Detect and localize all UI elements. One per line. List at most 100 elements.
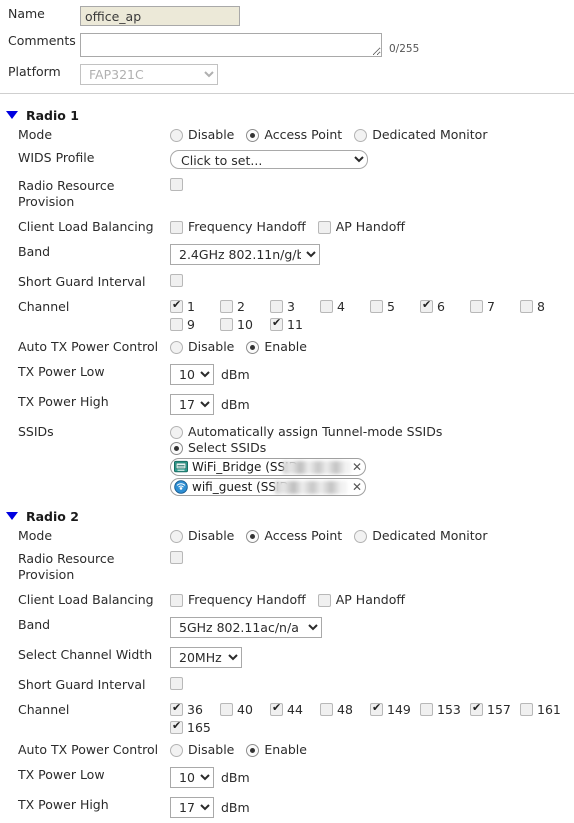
radio1-txhigh-select[interactable]: 17 (170, 394, 214, 415)
radio1-channel-1[interactable]: 1 (170, 298, 220, 314)
radio1-sgi-checkbox[interactable] (170, 274, 183, 287)
checkbox-unchecked-icon[interactable] (370, 300, 383, 313)
comments-textarea[interactable] (80, 33, 382, 57)
radio2-txhigh-select[interactable]: 17 (170, 797, 214, 818)
radio-unselected-icon[interactable] (170, 340, 183, 354)
platform-select[interactable]: FAP321C (80, 64, 218, 85)
radio1-mode-dedicated-monitor[interactable]: Dedicated Monitor (354, 127, 487, 143)
radio2-mode-access-point[interactable]: Access Point (246, 528, 342, 544)
radio2-channel-40[interactable]: 40 (220, 702, 270, 717)
radio1-mode-access-point[interactable]: Access Point (246, 127, 342, 143)
remove-ssid-icon[interactable]: ✕ (352, 480, 362, 495)
checkbox-unchecked-icon[interactable] (420, 703, 433, 716)
radio1-channel-8[interactable]: 8 (520, 299, 570, 314)
radio-selected-icon[interactable] (246, 340, 260, 354)
radio1-channel-3[interactable]: 3 (270, 299, 320, 314)
radio-unselected-icon[interactable] (170, 529, 183, 543)
checkbox-checked-icon[interactable] (170, 719, 183, 734)
radio1-frequency-handoff[interactable]: Frequency Handoff (170, 219, 306, 235)
radio-unselected-icon[interactable] (354, 128, 368, 142)
radio1-atpc-disable[interactable]: Disable (170, 339, 234, 355)
radio1-channel-2[interactable]: 2 (220, 299, 270, 314)
radio-unselected-icon[interactable] (354, 529, 368, 543)
checkbox-checked-icon[interactable] (420, 298, 433, 313)
radio1-wids-select[interactable]: Click to set... (170, 150, 368, 169)
checkbox-unchecked-icon[interactable] (170, 593, 183, 607)
radio2-mode-dedicated-monitor[interactable]: Dedicated Monitor (354, 528, 487, 544)
radio-selected-icon[interactable] (246, 529, 260, 543)
radio1-channel-11[interactable]: 11 (270, 316, 320, 332)
radio1-atpc-enable[interactable]: Enable (246, 339, 307, 355)
checkbox-unchecked-icon[interactable] (170, 318, 183, 331)
radio1-channel-5[interactable]: 5 (370, 299, 420, 314)
radio2-channel-width-select[interactable]: 20MHz (170, 647, 242, 668)
radio1-ssid-item[interactable]: WiFi_Bridge (SSID: ✕ (170, 458, 366, 476)
radio1-channel-6-label: 6 (437, 299, 445, 314)
radio1-channel-7[interactable]: 7 (470, 299, 520, 314)
checkbox-unchecked-icon[interactable] (220, 703, 233, 716)
checkbox-unchecked-icon[interactable] (470, 300, 483, 313)
radio1-channel-10[interactable]: 10 (220, 317, 270, 332)
checkbox-checked-icon[interactable] (270, 701, 283, 716)
radio2-channel-48[interactable]: 48 (320, 702, 370, 717)
checkbox-unchecked-icon[interactable] (320, 300, 333, 313)
radio1-ap-handoff[interactable]: AP Handoff (317, 219, 405, 235)
checkbox-checked-icon[interactable] (170, 701, 183, 716)
checkbox-unchecked-icon[interactable] (317, 220, 331, 234)
radio1-ssid-select[interactable]: Select SSIDs (170, 440, 562, 456)
radio2-atpc-disable[interactable]: Disable (170, 742, 234, 758)
radio1-channel-9[interactable]: 9 (170, 317, 220, 332)
radio2-mode-dedicated-monitor-label: Dedicated Monitor (372, 528, 488, 543)
checkbox-checked-icon[interactable] (170, 298, 183, 313)
radio1-mode-disable[interactable]: Disable (170, 127, 234, 143)
radio2-channel-36[interactable]: 36 (170, 701, 220, 717)
radio2-txlow-select[interactable]: 10 (170, 767, 214, 788)
radio-selected-icon[interactable] (246, 743, 260, 757)
radio1-channel-4[interactable]: 4 (320, 299, 370, 314)
checkbox-unchecked-icon[interactable] (170, 220, 183, 234)
checkbox-unchecked-icon[interactable] (220, 318, 233, 331)
checkbox-unchecked-icon[interactable] (270, 300, 283, 313)
remove-ssid-icon[interactable]: ✕ (352, 460, 362, 475)
checkbox-checked-icon[interactable] (270, 316, 283, 331)
radio2-channel-44[interactable]: 44 (270, 701, 320, 717)
checkbox-unchecked-icon[interactable] (320, 703, 333, 716)
checkbox-unchecked-icon[interactable] (317, 593, 331, 607)
chevron-down-icon[interactable] (6, 511, 18, 520)
radio2-channel-165-label: 165 (187, 720, 211, 735)
radio2-atpc-enable[interactable]: Enable (246, 742, 307, 758)
checkbox-unchecked-icon[interactable] (520, 703, 533, 716)
radio-selected-icon[interactable] (170, 441, 183, 455)
radio1-ssid-auto[interactable]: Automatically assign Tunnel-mode SSIDs (170, 424, 562, 440)
radio1-channel-6[interactable]: 6 (420, 298, 470, 314)
radio1-title: Radio 1 (26, 108, 79, 123)
checkbox-unchecked-icon[interactable] (520, 300, 533, 313)
radio1-band-select[interactable]: 2.4GHz 802.11n/g/b (170, 244, 320, 265)
radio2-frequency-handoff[interactable]: Frequency Handoff (170, 592, 306, 608)
radio1-txlow-select[interactable]: 10 (170, 364, 214, 385)
radio1-rrp-checkbox[interactable] (170, 178, 183, 191)
checkbox-checked-icon[interactable] (370, 701, 383, 716)
radio2-channel-165[interactable]: 165 (170, 719, 220, 735)
radio2-band-select[interactable]: 5GHz 802.11ac/n/a (170, 617, 322, 638)
radio1-ssid-item[interactable]: wifi_guest (SSID: ✕ (170, 478, 366, 496)
radio2-sgi-checkbox[interactable] (170, 677, 183, 690)
radio2-ap-handoff[interactable]: AP Handoff (317, 592, 405, 608)
radio2-channel-149[interactable]: 149 (370, 701, 420, 717)
radio-unselected-icon[interactable] (170, 128, 183, 142)
radio2-channel-157[interactable]: 157 (470, 701, 520, 717)
radio-unselected-icon[interactable] (170, 425, 183, 439)
radio2-rrp-checkbox[interactable] (170, 551, 183, 564)
radio-unselected-icon[interactable] (170, 743, 183, 757)
checkbox-unchecked-icon[interactable] (220, 300, 233, 313)
chevron-down-icon[interactable] (6, 110, 18, 119)
radio2-section-header[interactable]: Radio 2 (0, 509, 574, 524)
name-input[interactable] (80, 6, 240, 26)
radio2-mode-disable[interactable]: Disable (170, 528, 234, 544)
radio-selected-icon[interactable] (246, 128, 260, 142)
checkbox-checked-icon[interactable] (470, 701, 483, 716)
radio1-txlow-row: TX Power Low 10 dBm (0, 364, 574, 385)
radio2-channel-161[interactable]: 161 (520, 702, 570, 717)
radio2-channel-153[interactable]: 153 (420, 702, 470, 717)
radio1-section-header[interactable]: Radio 1 (0, 108, 574, 123)
